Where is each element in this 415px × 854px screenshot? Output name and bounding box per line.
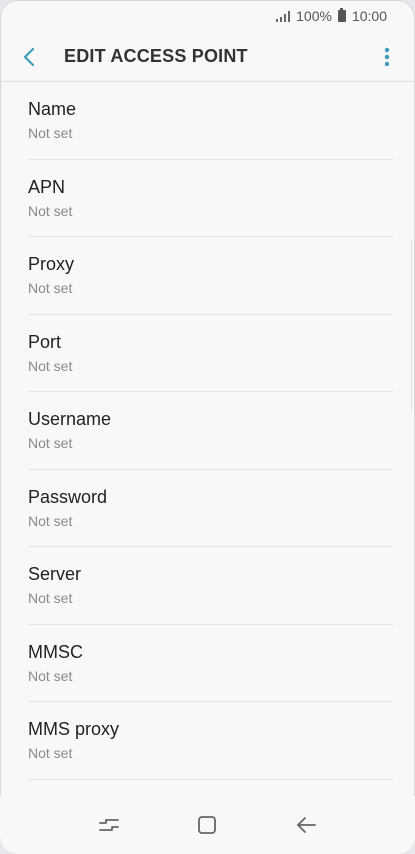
- field-server[interactable]: Server Not set: [28, 547, 393, 625]
- recents-icon: [99, 819, 120, 831]
- page-title: EDIT ACCESS POINT: [64, 46, 248, 66]
- field-label: MMS proxy: [28, 719, 120, 740]
- battery-icon: [337, 8, 346, 22]
- navigation-bar: [0, 796, 415, 854]
- home-icon: [198, 816, 217, 834]
- field-username[interactable]: Username Not set: [28, 392, 393, 470]
- field-value: Not set: [28, 667, 73, 684]
- field-label: Username: [28, 409, 112, 430]
- field-proxy[interactable]: Proxy Not set: [28, 237, 393, 315]
- more-vert-icon: [384, 47, 390, 66]
- field-value: Not set: [28, 202, 73, 219]
- field-mmsc[interactable]: MMSC Not set: [28, 625, 393, 702]
- field-name[interactable]: Name Not set: [28, 82, 393, 160]
- field-label: Password: [28, 486, 108, 507]
- back-arrow-icon: [296, 817, 316, 833]
- field-apn[interactable]: APN Not set: [28, 160, 393, 237]
- battery-percent: 100%: [296, 8, 332, 24]
- field-label: Server: [28, 564, 82, 585]
- back-button[interactable]: [22, 45, 44, 69]
- home-button[interactable]: [187, 805, 227, 845]
- status-time: 10:00: [351, 8, 387, 24]
- field-label: Proxy: [28, 254, 75, 275]
- side-edge: [411, 240, 415, 410]
- more-options-button[interactable]: [375, 42, 399, 72]
- recents-button[interactable]: [89, 805, 129, 845]
- field-value: Not set: [28, 435, 73, 452]
- field-label: MMSC: [28, 641, 83, 662]
- field-value: Not set: [28, 125, 73, 142]
- field-label: Port: [28, 331, 62, 352]
- signal-icon: [276, 10, 291, 22]
- apn-settings-list: Name Not set APN Not set Proxy Not set P…: [0, 82, 415, 780]
- field-value: Not set: [28, 357, 73, 374]
- field-port[interactable]: Port Not set: [28, 315, 393, 392]
- field-value: Not set: [28, 512, 73, 529]
- field-password[interactable]: Password Not set: [28, 470, 393, 547]
- field-value: Not set: [28, 590, 73, 607]
- app-bar: EDIT ACCESS POINT: [0, 32, 415, 82]
- chevron-left-icon: [23, 47, 35, 66]
- phone-screen: 100% 10:00 EDIT ACCESS POINT Name Not se…: [0, 0, 415, 854]
- system-back-button[interactable]: [286, 805, 326, 845]
- field-label: APN: [28, 176, 66, 197]
- status-bar: 100% 10:00: [0, 0, 415, 32]
- field-value: Not set: [28, 280, 73, 297]
- field-mms-proxy[interactable]: MMS proxy Not set: [28, 702, 393, 780]
- field-value: Not set: [28, 745, 73, 762]
- field-label: Name: [28, 99, 77, 120]
